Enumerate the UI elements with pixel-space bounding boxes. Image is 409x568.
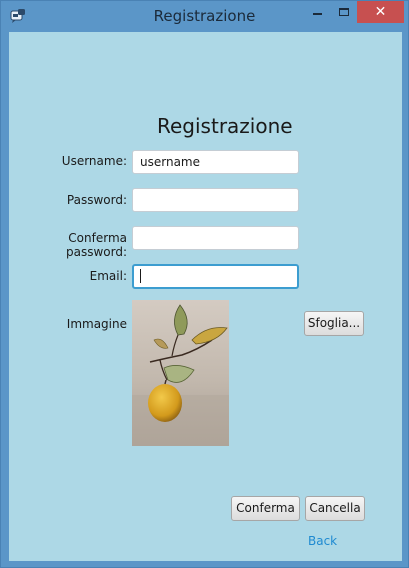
maximize-button[interactable]	[330, 1, 357, 23]
minimize-icon	[313, 13, 322, 15]
password-label: Password:	[66, 193, 127, 207]
minimize-button[interactable]	[303, 1, 330, 23]
browse-button[interactable]: Sfoglia...	[304, 311, 364, 336]
app-window: Registrazione ✕ Registrazione Username: …	[0, 0, 409, 568]
confirm-button[interactable]: Conferma	[231, 496, 300, 521]
username-field[interactable]	[132, 150, 299, 174]
confirm-password-label: Conferma password:	[65, 231, 127, 259]
username-label: Username:	[61, 154, 127, 168]
close-button[interactable]: ✕	[357, 1, 404, 23]
title-bar[interactable]: Registrazione ✕	[1, 1, 408, 32]
text-caret	[140, 269, 141, 283]
image-label: Immagine	[66, 317, 127, 331]
profile-image	[132, 300, 229, 446]
email-label: Email:	[89, 269, 127, 283]
maximize-icon	[339, 8, 349, 16]
form-panel: Registrazione Username: Password: Confer…	[9, 32, 402, 561]
close-icon: ✕	[374, 3, 387, 19]
email-field[interactable]	[132, 264, 299, 289]
password-field[interactable]	[132, 188, 299, 212]
confirm-password-field[interactable]	[132, 226, 299, 250]
back-link[interactable]: Back	[308, 534, 337, 548]
cancel-button[interactable]: Cancella	[305, 496, 365, 521]
page-title: Registrazione	[157, 114, 293, 138]
